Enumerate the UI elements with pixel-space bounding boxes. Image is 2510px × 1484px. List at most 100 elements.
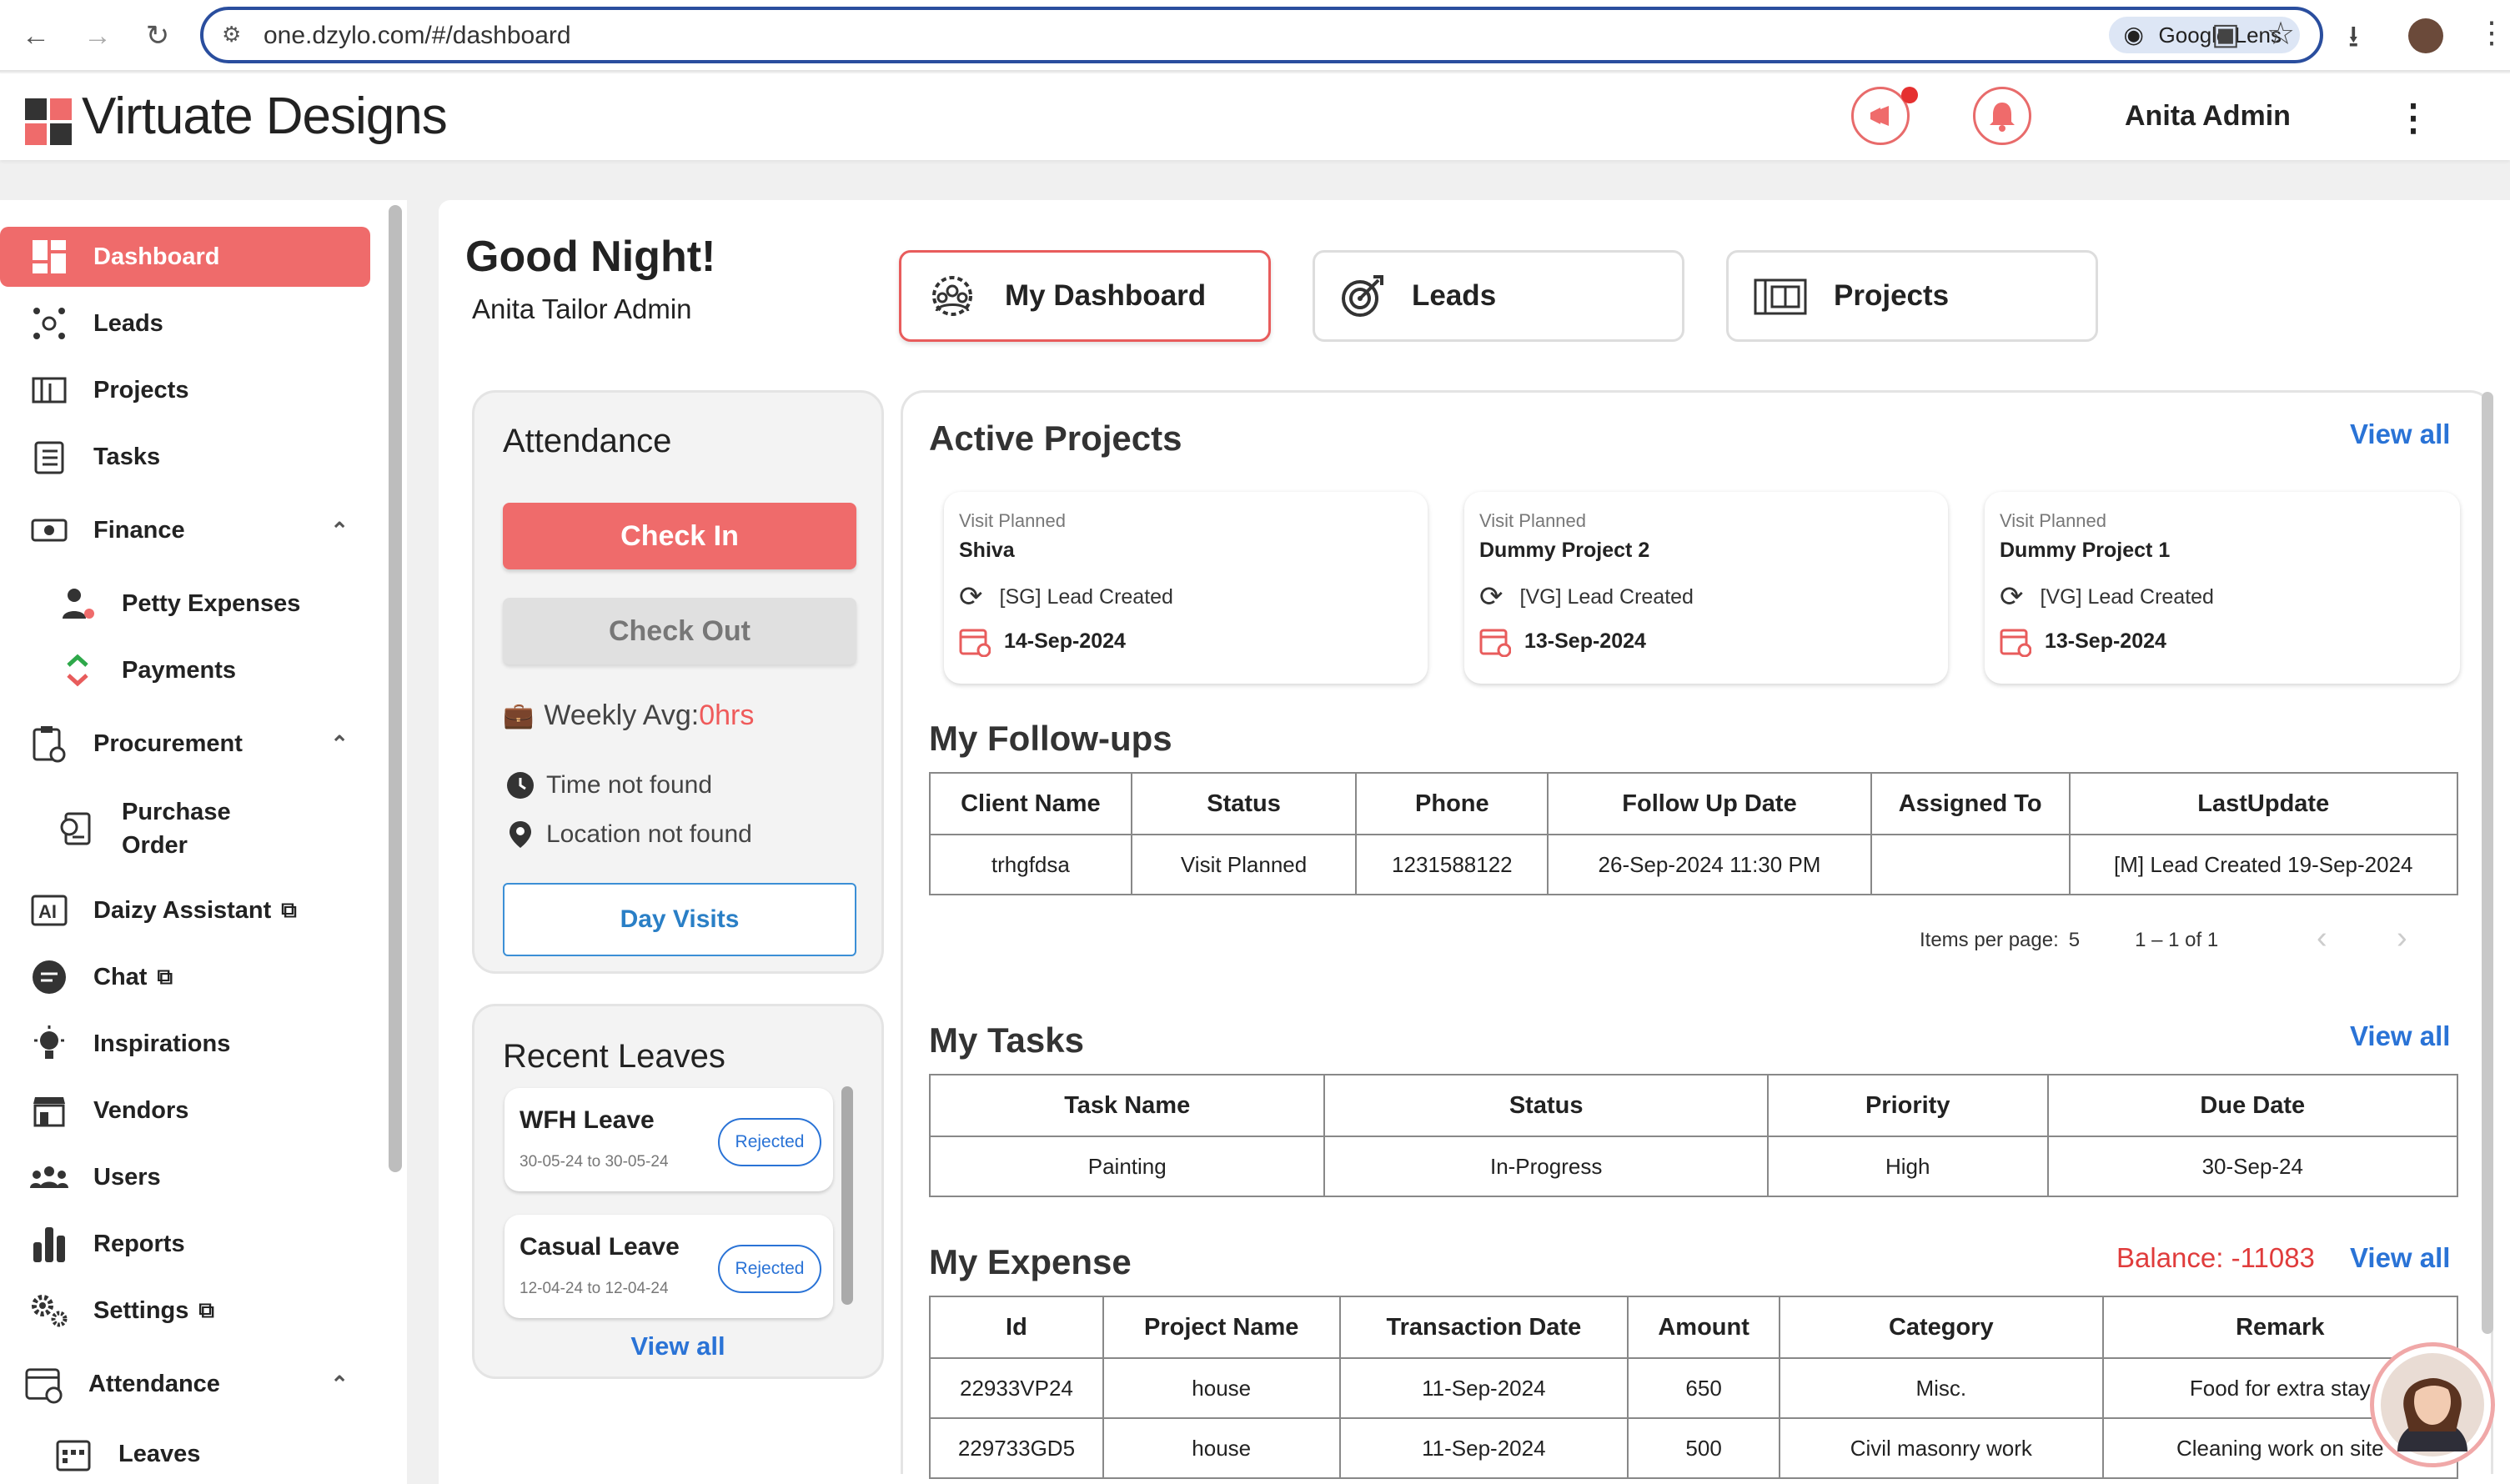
tab-my-dashboard[interactable]: My Dashboard (899, 250, 1271, 342)
sidebar-item-label: Tasks (93, 443, 161, 470)
prev-page-icon[interactable]: ‹ (2317, 920, 2327, 956)
table-cell: In-Progress (1323, 1136, 1769, 1197)
table-cell: 11-Sep-2024 (1338, 1417, 1629, 1479)
sidebar-item-users[interactable]: Users (0, 1147, 370, 1207)
sidebar-item-inspirations[interactable]: Inspirations (0, 1014, 370, 1074)
site-settings-icon[interactable]: ⚙ (222, 22, 241, 48)
table-cell: 650 (1627, 1357, 1781, 1419)
sidebar-item-petty-expenses[interactable]: Petty Expenses (0, 574, 370, 634)
sidebar-item-daizy-assistant[interactable]: AI Daizy Assistant ⧉ (0, 880, 370, 940)
items-per-page-select[interactable]: 5 (2069, 929, 2080, 952)
column-header[interactable]: Id (929, 1296, 1104, 1359)
column-header[interactable]: Assigned To (1870, 772, 2071, 835)
column-header[interactable]: Phone (1355, 772, 1549, 835)
projects-view-all-link[interactable]: View all (2350, 419, 2450, 450)
sidebar-item-finance[interactable]: Finance ⌃ (0, 500, 370, 560)
sidebar-item-projects[interactable]: Projects (0, 360, 370, 420)
column-header[interactable]: Project Name (1102, 1296, 1341, 1359)
calendar-clock-icon (1479, 629, 1511, 657)
sidebar-item-settings[interactable]: Settings ⧉ (0, 1281, 370, 1341)
chevron-up-icon[interactable]: ⌃ (330, 731, 349, 757)
project-card[interactable]: Visit Planned Dummy Project 2 ⟳ [VG] Lea… (1464, 492, 1948, 684)
check-out-button[interactable]: Check Out (503, 598, 856, 664)
sidebar-item-payments[interactable]: Payments (0, 640, 370, 700)
column-header[interactable]: LastUpdate (2068, 772, 2459, 835)
chevron-up-icon[interactable]: ⌃ (330, 1371, 349, 1397)
profile-avatar[interactable] (2408, 18, 2443, 53)
check-in-button[interactable]: Check In (503, 503, 856, 569)
column-header[interactable]: Transaction Date (1338, 1296, 1629, 1359)
sidebar-item-leaves[interactable]: Leaves (0, 1424, 370, 1484)
notifications-button[interactable] (1973, 87, 2031, 145)
column-header[interactable]: Task Name (928, 1074, 1326, 1137)
leaves-scrollbar[interactable] (841, 1086, 853, 1305)
user-name[interactable]: Anita Admin (2125, 100, 2291, 133)
sidebar-item-tasks[interactable]: Tasks (0, 427, 370, 487)
download-icon[interactable]: ⭳ (2348, 15, 2359, 66)
leaves-view-all-link[interactable]: View all (474, 1331, 881, 1361)
brand-logo-icon (25, 98, 72, 145)
tab-leads[interactable]: Leads (1313, 250, 1684, 342)
table-row[interactable]: Painting In-Progress High 30-Sep-24 (928, 1136, 2459, 1197)
table-row[interactable]: 229733GD5 house 11-Sep-2024 500 Civil ma… (929, 1417, 2459, 1479)
url-text[interactable]: one.dzylo.com/#/dashboard (264, 22, 571, 50)
team-gear-icon (932, 276, 972, 316)
table-cell: High (1766, 1136, 2049, 1197)
column-header[interactable]: Follow Up Date (1547, 772, 1872, 835)
leave-item[interactable]: WFH Leave 30-05-24 to 30-05-24 Rejected (505, 1088, 833, 1191)
purchase-order-icon (58, 810, 97, 848)
column-header[interactable]: Due Date (2046, 1074, 2459, 1137)
column-header[interactable]: Category (1779, 1296, 2104, 1359)
sidebar-item-vendors[interactable]: Vendors (0, 1080, 370, 1141)
column-header[interactable]: Client Name (929, 772, 1132, 835)
tasks-view-all-link[interactable]: View all (2350, 1020, 2450, 1052)
sidebar-item-chat[interactable]: Chat ⧉ (0, 947, 370, 1007)
reload-icon[interactable]: ↻ (140, 18, 175, 53)
address-bar[interactable]: ⚙ one.dzylo.com/#/dashboard ◉ Google Len… (200, 7, 2323, 63)
chevron-up-icon[interactable]: ⌃ (330, 518, 349, 544)
app-header: Virtuate Designs Anita Admin ⋮ (0, 73, 2510, 160)
next-page-icon[interactable]: › (2397, 920, 2407, 956)
expense-view-all-link[interactable]: View all (2350, 1242, 2450, 1274)
project-name: Dummy Project 2 (1479, 539, 1650, 562)
sidebar-item-purchase-order[interactable]: Purchase Order (0, 792, 370, 865)
table-row[interactable]: trhgfdsa Visit Planned 1231588122 26-Sep… (929, 834, 2459, 895)
sidebar-item-attendance[interactable]: Attendance ⌃ (0, 1354, 370, 1414)
column-header[interactable]: Amount (1627, 1296, 1781, 1359)
bell-icon (1990, 103, 2015, 132)
payments-icon (58, 651, 97, 689)
day-visits-button[interactable]: Day Visits (503, 883, 856, 956)
panel-scrollbar[interactable] (2482, 392, 2493, 1334)
assistant-avatar-button[interactable] (2370, 1342, 2495, 1467)
sidebar-item-reports[interactable]: Reports (0, 1214, 370, 1274)
app-menu-icon[interactable]: ⋮ (2395, 97, 2432, 139)
table-cell: trhgfdsa (929, 834, 1132, 895)
column-header[interactable]: Priority (1766, 1074, 2049, 1137)
column-header[interactable]: Status (1323, 1074, 1769, 1137)
sidebar-item-leads[interactable]: Leads (0, 293, 370, 353)
status-badge: Rejected (718, 1118, 821, 1166)
table-header-row: Id Project Name Transaction Date Amount … (929, 1296, 2459, 1359)
table-row[interactable]: 22933VP24 house 11-Sep-2024 650 Misc. Fo… (929, 1357, 2459, 1419)
back-icon[interactable]: ← (18, 18, 53, 53)
project-card[interactable]: Visit Planned Dummy Project 1 ⟳ [VG] Lea… (1985, 492, 2460, 684)
sync-icon: ⟳ (1479, 581, 1503, 613)
project-date-text: 13-Sep-2024 (1524, 629, 1646, 653)
leave-dates: 12-04-24 to 12-04-24 (520, 1280, 669, 1297)
table-cell: 11-Sep-2024 (1338, 1357, 1629, 1419)
forward-icon[interactable]: → (80, 18, 115, 53)
leave-item[interactable]: Casual Leave 12-04-24 to 12-04-24 Reject… (505, 1215, 833, 1318)
install-app-icon[interactable]: ▣ (2211, 17, 2240, 52)
sidebar-item-label: Users (93, 1163, 161, 1191)
tab-projects[interactable]: Projects (1726, 250, 2098, 342)
time-status-text: Time not found (546, 771, 712, 799)
sidebar-scrollbar[interactable] (389, 205, 402, 1172)
bookmark-star-icon[interactable]: ☆ (2267, 15, 2295, 53)
sidebar-item-procurement[interactable]: Procurement ⌃ (0, 714, 370, 774)
time-status: Time not found (506, 771, 712, 800)
browser-menu-icon[interactable]: ⋮ (2477, 15, 2507, 50)
project-card[interactable]: Visit Planned Shiva ⟳ [SG] Lead Created … (944, 492, 1428, 684)
external-link-icon: ⧉ (281, 897, 297, 922)
sidebar-item-dashboard[interactable]: Dashboard (0, 227, 370, 287)
column-header[interactable]: Status (1130, 772, 1358, 835)
